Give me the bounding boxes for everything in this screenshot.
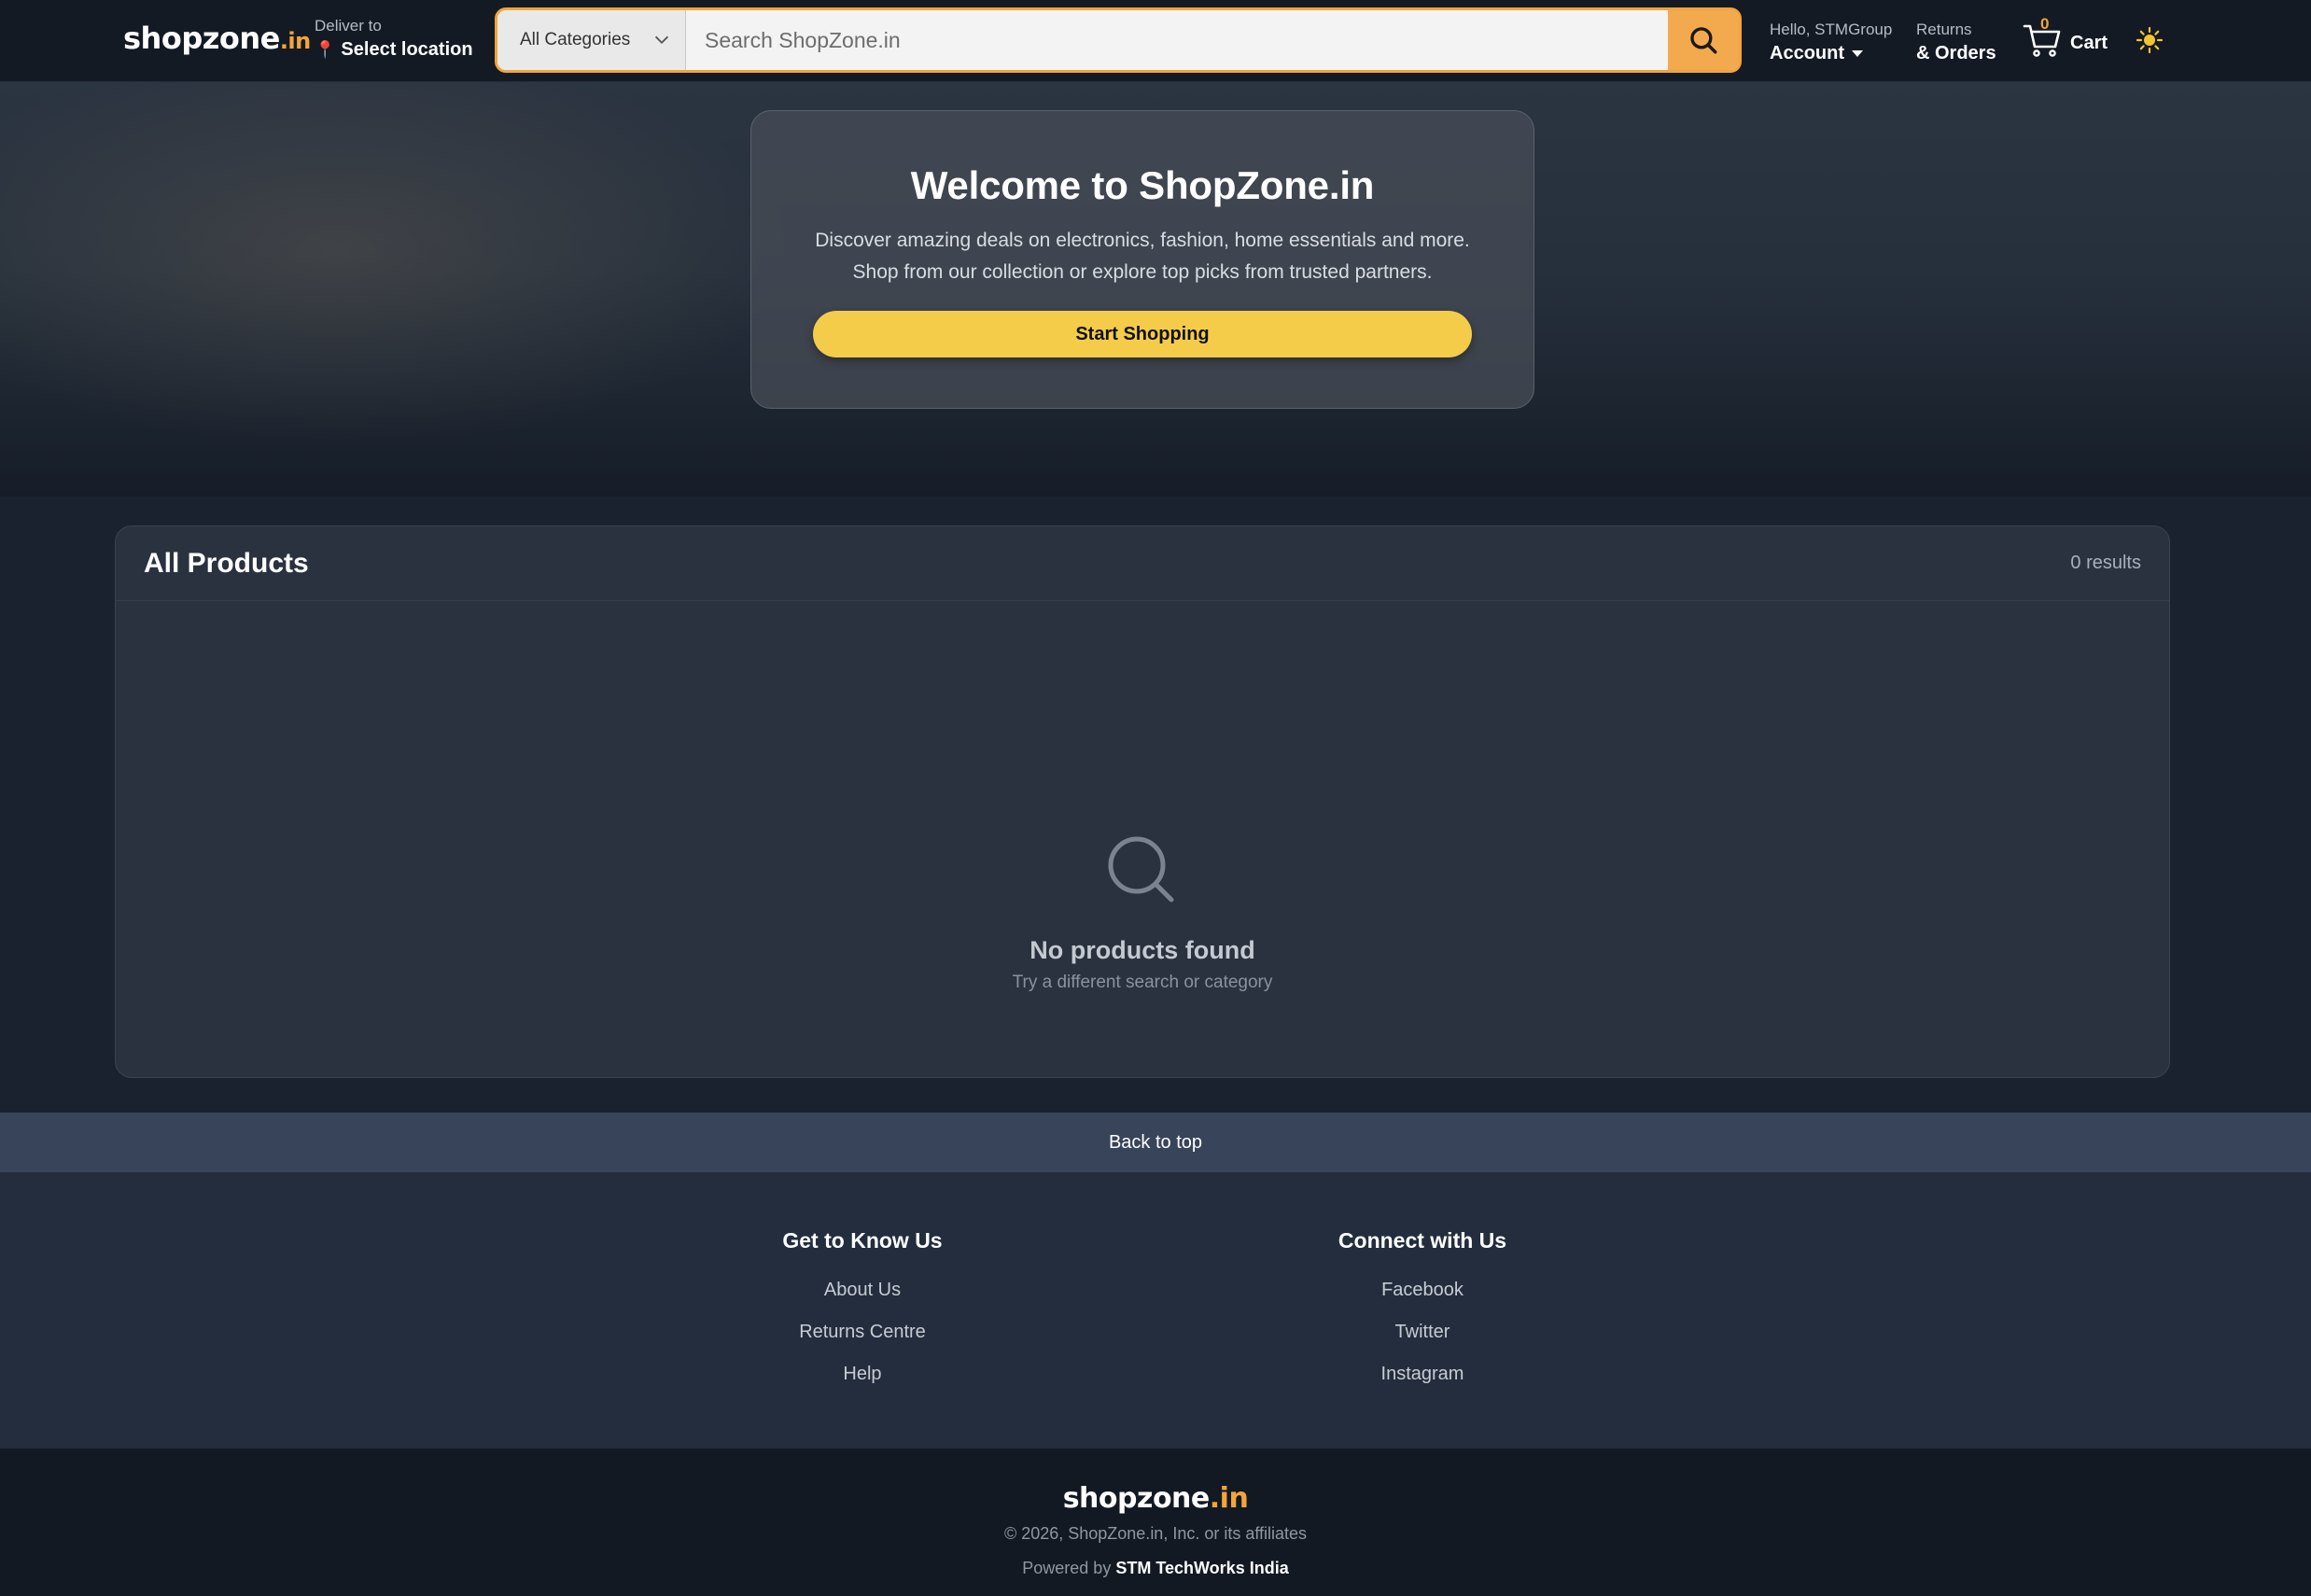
footer-column-about: Get to Know Us About Us Returns Centre H… (676, 1228, 1049, 1385)
logo-text: shopzone (123, 21, 280, 56)
deliver-label: Deliver to (315, 17, 382, 35)
back-to-top-button[interactable]: Back to top (0, 1113, 2311, 1172)
deliver-to-location[interactable]: Deliver to 📍 Select location (315, 17, 473, 61)
orders-big-label: & Orders (1916, 43, 1996, 63)
powered-by-company: STM TechWorks India (1115, 1559, 1289, 1577)
top-nav: shopzone.in Deliver to 📍 Select location… (0, 0, 2311, 82)
products-header: All Products 0 results (116, 526, 2169, 601)
cart-label: Cart (2070, 32, 2108, 53)
caret-down-icon (1852, 50, 1863, 57)
hero-description-line1: Discover amazing deals on electronics, f… (815, 230, 1470, 251)
sun-icon[interactable] (2136, 26, 2164, 54)
empty-title: No products found (1029, 936, 1255, 964)
powered-by-prefix: Powered by (1022, 1559, 1112, 1577)
results-count: 0 results (2070, 553, 2141, 573)
footer-column-title: Connect with Us (1338, 1228, 1507, 1253)
empty-subtitle: Try a different search or category (1012, 973, 1273, 992)
powered-by-text: Powered by STM TechWorks India (0, 1559, 2311, 1578)
footer-logo[interactable]: shopzone.in (0, 1482, 2311, 1515)
hero-banner: Welcome to ShopZone.in Discover amazing … (0, 82, 2311, 497)
footer-link-help[interactable]: Help (676, 1364, 1049, 1385)
category-select-label: All Categories (520, 30, 631, 49)
cart-count-badge: 0 (2040, 15, 2050, 33)
start-shopping-button[interactable]: Start Shopping (813, 311, 1472, 357)
footer-logo-text: shopzone (1062, 1482, 1211, 1515)
footer-column-connect: Connect with Us Facebook Twitter Instagr… (1236, 1228, 1609, 1385)
footer-column-title: Get to Know Us (782, 1228, 943, 1253)
welcome-card: Welcome to ShopZone.in Discover amazing … (750, 110, 1534, 409)
copyright-text: © 2026, ShopZone.in, Inc. or its affilia… (1003, 1524, 1308, 1543)
hero-title: Welcome to ShopZone.in (910, 163, 1375, 207)
logo-tld: .in (279, 28, 311, 54)
search-icon (1108, 836, 1174, 903)
footer-links: Get to Know Us About Us Returns Centre H… (0, 1172, 2311, 1449)
location-pin-icon: 📍 (315, 40, 336, 59)
chevron-down-icon (654, 35, 669, 45)
footer-link-returns-centre[interactable]: Returns Centre (676, 1322, 1049, 1343)
account-label: Account (1770, 43, 1844, 63)
cart-button[interactable]: 0 Cart (2022, 15, 2108, 60)
all-products-panel: All Products 0 results No products found… (115, 525, 2170, 1078)
account-greeting: Hello, STMGroup (1770, 21, 1893, 38)
deliver-value: Select location (341, 39, 473, 60)
footer-bottom: shopzone.in © 2026, ShopZone.in, Inc. or… (0, 1449, 2311, 1596)
hero-description-line2: Shop from our collection or explore top … (852, 261, 1433, 283)
account-menu[interactable]: Hello, STMGroup Account (1770, 21, 1892, 64)
footer-link-about-us[interactable]: About Us (676, 1280, 1049, 1301)
search-bar: All Categories (495, 7, 1742, 73)
footer-link-twitter[interactable]: Twitter (1236, 1322, 1609, 1343)
footer-link-facebook[interactable]: Facebook (1236, 1280, 1609, 1301)
footer-logo-tld: .in (1209, 1482, 1249, 1515)
empty-state: No products found Try a different search… (116, 831, 2169, 993)
category-select[interactable]: All Categories (497, 10, 686, 70)
footer-link-instagram[interactable]: Instagram (1236, 1364, 1609, 1385)
orders-small-label: Returns (1916, 21, 1972, 38)
search-icon (1690, 27, 1717, 54)
search-button[interactable] (1668, 10, 1739, 70)
site-logo[interactable]: shopzone.in (123, 21, 311, 56)
returns-orders-link[interactable]: Returns & Orders (1916, 21, 1996, 64)
search-input[interactable] (686, 10, 1668, 70)
products-title: All Products (144, 547, 309, 579)
